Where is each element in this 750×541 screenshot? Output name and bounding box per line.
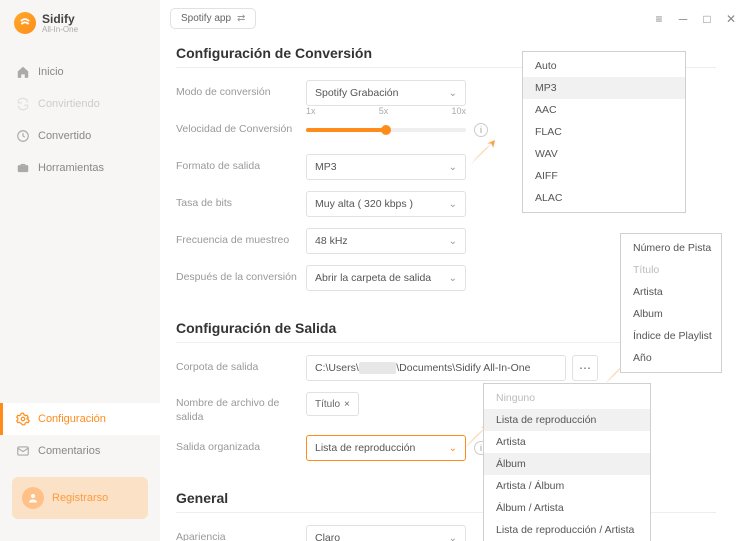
organize-option[interactable]: Lista de reproducción / Artista (484, 519, 650, 541)
logo-block: Sidify All-In-One (0, 12, 160, 52)
organize-option[interactable]: Lista de reproducción (484, 409, 650, 431)
format-dropdown[interactable]: Auto MP3 AAC FLAC WAV AIFF ALAC (522, 51, 686, 213)
filename-chip[interactable]: Título× (306, 392, 359, 416)
slider-fill (306, 128, 386, 132)
label-organize: Salida organizada (176, 441, 306, 455)
label-mode: Modo de conversión (176, 86, 306, 100)
label-format: Formato de salida (176, 160, 306, 174)
folder-input[interactable]: C:\Users\xxxxxx\Documents\Sidify All-In-… (306, 355, 566, 381)
format-option[interactable]: ALAC (523, 187, 685, 209)
sidebar-item-label: Comentarios (38, 445, 100, 457)
sidebar-item-tools[interactable]: Horramientas (0, 152, 160, 184)
home-icon (16, 65, 30, 79)
label-speed: Velocidad de Conversión (176, 123, 306, 137)
main: Spotify app ⇄ ≡ ─ □ ✕ Configuración de C… (160, 0, 750, 541)
sidebar-item-converting[interactable]: Convirtiendo (0, 88, 160, 120)
info-icon[interactable]: i (474, 123, 488, 137)
sidebar: Sidify All-In-One Inicio Convirtiendo Co… (0, 0, 160, 541)
chevron-down-icon: ⌄ (449, 199, 457, 210)
speed-slider[interactable]: 1x5x10x (306, 117, 466, 143)
register-label: Registrarso (52, 492, 108, 504)
sidebar-item-label: Configuración (38, 413, 106, 425)
format-option[interactable]: AIFF (523, 165, 685, 187)
filename-option[interactable]: Índice de Playlist (621, 325, 721, 347)
topbar: Spotify app ⇄ ≡ ─ □ ✕ (160, 0, 750, 37)
chevron-down-icon: ⌄ (449, 162, 457, 173)
select-organize[interactable]: Lista de reproducción⌄ (306, 435, 466, 461)
organize-option[interactable]: Artista / Álbum (484, 475, 650, 497)
chevron-down-icon: ⌄ (449, 88, 457, 99)
label-folder: Corpota de salida (176, 361, 306, 375)
label-after: Después de la conversión (176, 271, 306, 285)
chevron-down-icon: ⌄ (449, 533, 457, 541)
filename-option[interactable]: Número de Pista (621, 237, 721, 259)
close-button[interactable]: ✕ (722, 10, 740, 28)
content: Configuración de Conversión Modo de conv… (160, 37, 750, 541)
sidebar-item-converted[interactable]: Convertido (0, 120, 160, 152)
label-sample: Frecuencia de muestreo (176, 234, 306, 248)
select-bitrate[interactable]: Muy alta ( 320 kbps )⌄ (306, 191, 466, 217)
maximize-button[interactable]: □ (698, 10, 716, 28)
nav-bottom: Configuración Comentarios (0, 403, 160, 467)
browse-button[interactable]: ⋯ (572, 355, 598, 381)
mail-icon (16, 444, 30, 458)
sidebar-item-settings[interactable]: Configuración (0, 403, 160, 435)
filename-option[interactable]: Artista (621, 281, 721, 303)
select-format[interactable]: MP3⌄ (306, 154, 466, 180)
chip-remove-icon[interactable]: × (344, 399, 350, 410)
filename-dropdown[interactable]: Número de Pista Título Artista Album Índ… (620, 233, 722, 373)
minimize-button[interactable]: ─ (674, 10, 692, 28)
nav-main: Inicio Convirtiendo Convertido Horramien… (0, 56, 160, 184)
logo-icon (14, 12, 36, 34)
spotify-app-button[interactable]: Spotify app ⇄ (170, 8, 256, 29)
format-option[interactable]: AAC (523, 99, 685, 121)
sidebar-item-label: Horramientas (38, 162, 104, 174)
label-bitrate: Tasa de bits (176, 197, 306, 211)
organize-option[interactable]: Artista (484, 431, 650, 453)
select-sample[interactable]: 48 kHz⌄ (306, 228, 466, 254)
brand-title: Sidify (42, 13, 78, 25)
tools-icon (16, 161, 30, 175)
register-button[interactable]: Registrarso (12, 477, 148, 519)
gear-icon (16, 412, 30, 426)
format-option[interactable]: WAV (523, 143, 685, 165)
slider-thumb[interactable] (381, 125, 391, 135)
slider-track (306, 128, 466, 132)
label-appearance: Apariencia (176, 531, 306, 541)
organize-dropdown[interactable]: Ninguno Lista de reproducción Artista Ál… (483, 383, 651, 541)
format-option[interactable]: Auto (523, 55, 685, 77)
select-appearance[interactable]: Claro⌄ (306, 525, 466, 541)
converted-icon (16, 129, 30, 143)
format-option[interactable]: FLAC (523, 121, 685, 143)
menu-icon[interactable]: ≡ (650, 10, 668, 28)
chevron-down-icon: ⌄ (449, 443, 457, 454)
format-option[interactable]: MP3 (523, 77, 685, 99)
sidebar-item-feedback[interactable]: Comentarios (0, 435, 160, 467)
sidebar-spacer (0, 184, 160, 399)
app-root: Sidify All-In-One Inicio Convirtiendo Co… (0, 0, 750, 541)
sidebar-item-label: Inicio (38, 66, 64, 78)
sidebar-item-label: Convertido (38, 130, 91, 142)
user-icon (22, 487, 44, 509)
spotify-app-label: Spotify app (181, 13, 231, 24)
redacted: xxxxxx (359, 362, 397, 374)
filename-option[interactable]: Album (621, 303, 721, 325)
sidebar-item-home[interactable]: Inicio (0, 56, 160, 88)
brand-subtitle: All-In-One (42, 25, 78, 34)
organize-option[interactable]: Álbum (484, 453, 650, 475)
select-mode[interactable]: Spotify Grabación⌄ (306, 80, 466, 106)
label-filename: Nombre de archivo de salida (176, 392, 306, 424)
converting-icon (16, 97, 30, 111)
chevron-down-icon: ⌄ (449, 236, 457, 247)
chevron-down-icon: ⌄ (449, 273, 457, 284)
organize-option[interactable]: Álbum / Artista (484, 497, 650, 519)
filename-option[interactable]: Año (621, 347, 721, 369)
filename-option: Título (621, 259, 721, 281)
select-after[interactable]: Abrir la carpeta de salida⌄ (306, 265, 466, 291)
organize-option[interactable]: Ninguno (484, 387, 650, 409)
swap-icon: ⇄ (237, 13, 245, 24)
sidebar-item-label: Convirtiendo (38, 98, 100, 110)
